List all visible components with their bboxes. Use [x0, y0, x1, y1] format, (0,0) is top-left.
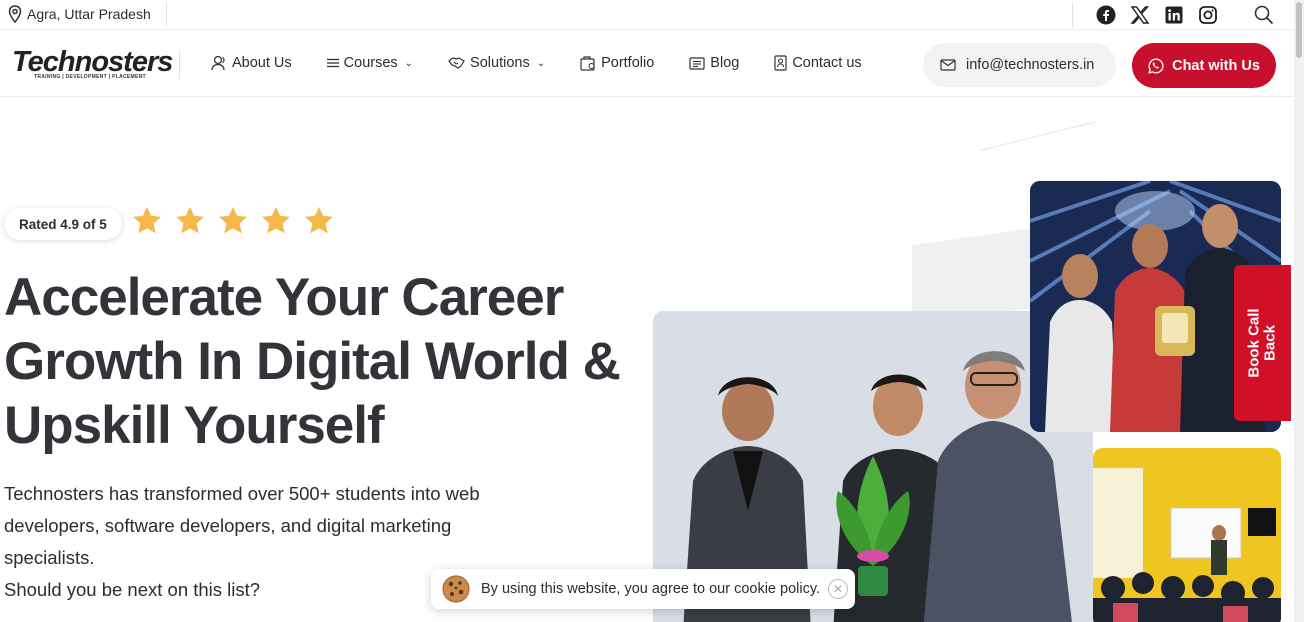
nav-item-label: About Us: [232, 55, 292, 71]
star-icon: [305, 206, 333, 234]
top-bar: Agra, Uttar Pradesh: [0, 0, 1294, 30]
cookie-banner: By using this website, you agree to our …: [431, 569, 855, 609]
linkedin-icon[interactable]: [1163, 4, 1185, 26]
handshake-icon: [448, 57, 465, 69]
scrollbar[interactable]: [1294, 0, 1304, 622]
rating-stars: [130, 204, 345, 238]
star-icon: [133, 206, 161, 234]
logo-tagline: TRAINING | DEVELOPMENT | PLACEMENT: [34, 74, 146, 80]
scrollbar-thumb[interactable]: [1296, 2, 1302, 58]
instagram-icon[interactable]: [1197, 4, 1219, 26]
social-links: [1072, 0, 1287, 30]
map-pin-icon: [8, 5, 22, 23]
nav-item-blog[interactable]: Blog: [689, 55, 739, 71]
star-icon: [219, 206, 247, 234]
email-text: info@technosters.in: [966, 57, 1095, 73]
location: Agra, Uttar Pradesh: [8, 5, 151, 23]
photo-illustration: [1093, 448, 1281, 622]
nav-item-label: Portfolio: [601, 55, 655, 71]
rating-badge: Rated 4.9 of 5: [4, 208, 122, 240]
search-icon[interactable]: [1253, 4, 1275, 26]
email-link[interactable]: info@technosters.in: [923, 43, 1116, 87]
star-icon: [176, 206, 204, 234]
nav-item-label: Solutions: [470, 55, 530, 71]
decorative-line: [979, 120, 1097, 151]
main-nav: Technosters TRAINING | DEVELOPMENT | PLA…: [0, 31, 1294, 97]
chevron-down-icon: ⌄: [404, 57, 414, 69]
logo[interactable]: Technosters TRAINING | DEVELOPMENT | PLA…: [12, 47, 173, 83]
hero-description-text: Technosters has transformed over 500+ st…: [4, 483, 480, 568]
chat-with-us-button[interactable]: Chat with Us: [1132, 43, 1276, 88]
nav-item-solutions[interactable]: Solutions ⌄: [448, 55, 545, 71]
location-text: Agra, Uttar Pradesh: [27, 6, 151, 22]
nav-item-about-us[interactable]: About Us: [210, 55, 292, 71]
blog-icon: [689, 56, 705, 70]
book-call-back-label: Book Call Back: [1245, 308, 1279, 378]
nav-item-portfolio[interactable]: Portfolio: [580, 55, 654, 71]
list-icon: [326, 58, 339, 68]
nav-item-courses[interactable]: Courses ⌄: [326, 55, 414, 71]
portfolio-icon: [580, 55, 595, 71]
cookie-text: By using this website, you agree to our …: [481, 581, 821, 597]
nav-item-label: Blog: [710, 55, 740, 71]
logo-wordmark: Technosters: [12, 47, 173, 77]
contact-icon: [774, 55, 787, 71]
chat-with-us-label: Chat with Us: [1172, 57, 1260, 74]
hero-photo-classroom: [1093, 448, 1281, 622]
cookie-icon: [442, 575, 470, 603]
nav-item-label: Contact us: [792, 55, 862, 71]
whatsapp-icon: [1148, 58, 1164, 74]
nav-item-contact-us[interactable]: Contact us: [774, 55, 862, 71]
facebook-icon[interactable]: [1095, 4, 1117, 26]
star-icon: [262, 206, 290, 234]
divider: [1072, 3, 1073, 27]
users-icon: [211, 55, 225, 71]
nav-menu: About Us Courses ⌄ Solutions ⌄ Portfolio…: [210, 55, 897, 71]
rating-label: Rated 4.9 of 5: [19, 216, 107, 232]
divider: [166, 2, 167, 26]
close-icon[interactable]: ✕: [828, 579, 849, 599]
x-twitter-icon[interactable]: [1129, 4, 1151, 26]
mail-icon: [940, 59, 956, 71]
chevron-down-icon: ⌄: [536, 57, 546, 69]
nav-item-label: Courses: [343, 55, 398, 71]
hero-headline: Accelerate Your Career Growth In Digital…: [4, 268, 621, 455]
book-call-back-tab[interactable]: Book Call Back: [1234, 265, 1291, 421]
divider: [179, 51, 180, 79]
